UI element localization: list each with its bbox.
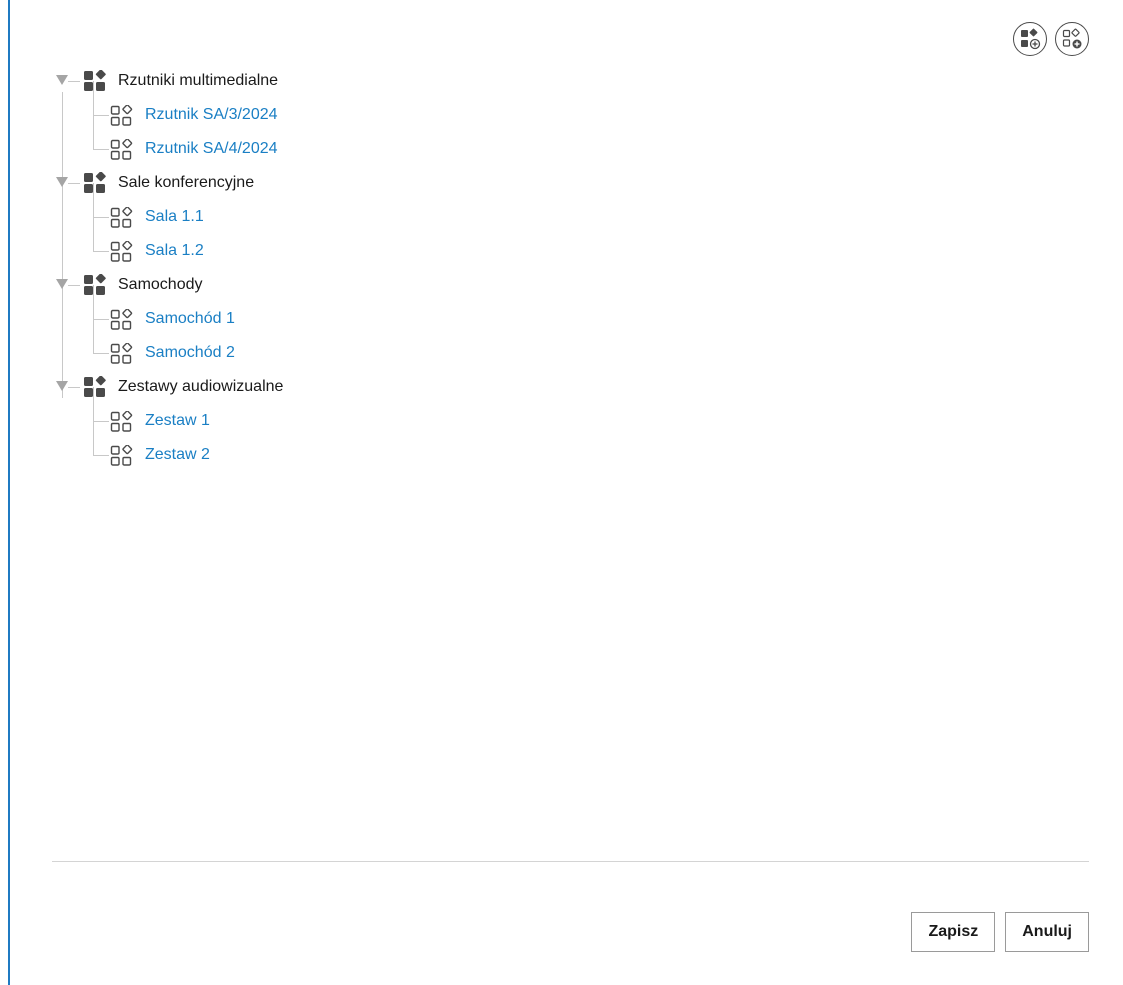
resource-link[interactable]: Rzutnik SA/4/2024 <box>145 140 278 158</box>
add-category-button[interactable] <box>1013 22 1047 56</box>
tree-resource-row[interactable]: Zestaw 2 <box>52 421 752 472</box>
cancel-button[interactable]: Anuluj <box>1005 912 1089 952</box>
collapse-toggle-icon[interactable] <box>56 177 68 187</box>
tree-group: Sale konferencyjne Sala 1.1 Sala 1.2 <box>52 160 752 268</box>
tree-connector-line <box>93 81 109 116</box>
resource-tree: Rzutniki multimedialne Rzutnik SA/3/2024… <box>52 64 752 472</box>
resource-link[interactable]: Samochód 1 <box>145 310 235 328</box>
resource-icon <box>110 309 133 330</box>
tree-connector-line <box>93 217 109 252</box>
resource-link[interactable]: Zestaw 2 <box>145 446 210 464</box>
resource-icon <box>110 139 133 160</box>
footer-divider <box>52 861 1089 862</box>
add-resource-icon <box>1062 28 1082 49</box>
tree-group: Rzutniki multimedialne Rzutnik SA/3/2024… <box>52 64 752 166</box>
resource-icon <box>110 445 133 466</box>
resource-link[interactable]: Rzutnik SA/3/2024 <box>145 106 278 124</box>
tree-resource-row[interactable]: Rzutnik SA/4/2024 <box>52 115 752 166</box>
tree-connector-line <box>93 115 109 150</box>
resource-icon <box>110 105 133 126</box>
tree-connector-line <box>68 183 80 184</box>
footer-actions: Zapisz Anuluj <box>911 912 1089 952</box>
tree-resource-row[interactable]: Sala 1.2 <box>52 217 752 268</box>
toolbar <box>1013 22 1089 56</box>
resource-icon <box>110 207 133 228</box>
tree-group: Zestawy audiowizualne Zestaw 1 Zestaw 2 <box>52 364 752 472</box>
tree-connector-line <box>68 81 80 82</box>
save-button[interactable]: Zapisz <box>911 912 996 952</box>
collapse-toggle-icon[interactable] <box>56 75 68 85</box>
resource-icon <box>110 411 133 432</box>
resource-link[interactable]: Sala 1.1 <box>145 208 204 226</box>
collapse-toggle-icon[interactable] <box>56 279 68 289</box>
resource-link[interactable]: Zestaw 1 <box>145 412 210 430</box>
tree-category-row[interactable]: Zestawy audiowizualne <box>52 370 752 404</box>
tree-category-row[interactable]: Sale konferencyjne <box>52 166 752 200</box>
resource-icon <box>110 241 133 262</box>
tree-group: Samochody Samochód 1 Samochód 2 <box>52 262 752 370</box>
tree-resource-row[interactable]: Samochód 1 <box>52 285 752 336</box>
tree-resource-row[interactable]: Rzutnik SA/3/2024 <box>52 81 752 132</box>
resource-icon <box>110 343 133 364</box>
left-accent-border <box>8 0 10 985</box>
category-label: Zestawy audiowizualne <box>118 378 284 395</box>
tree-connector-line <box>93 319 109 354</box>
add-resource-button[interactable] <box>1055 22 1089 56</box>
tree-connector-line <box>93 421 109 456</box>
tree-connector-line <box>68 285 80 286</box>
resource-link[interactable]: Sala 1.2 <box>145 242 204 260</box>
tree-connector-line <box>93 387 109 422</box>
tree-resource-row[interactable]: Samochód 2 <box>52 319 752 370</box>
resource-link[interactable]: Samochód 2 <box>145 344 235 362</box>
tree-connector-line <box>93 183 109 218</box>
tree-connector-line <box>93 285 109 320</box>
collapse-toggle-icon[interactable] <box>56 381 68 391</box>
tree-resource-row[interactable]: Zestaw 1 <box>52 387 752 438</box>
tree-resource-row[interactable]: Sala 1.1 <box>52 183 752 234</box>
tree-connector-line <box>68 387 80 388</box>
tree-category-row[interactable]: Rzutniki multimedialne <box>52 64 752 98</box>
tree-category-row[interactable]: Samochody <box>52 268 752 302</box>
category-label: Samochody <box>118 276 203 293</box>
category-label: Sale konferencyjne <box>118 174 255 191</box>
category-label: Rzutniki multimedialne <box>118 72 279 89</box>
add-category-icon <box>1021 28 1041 50</box>
